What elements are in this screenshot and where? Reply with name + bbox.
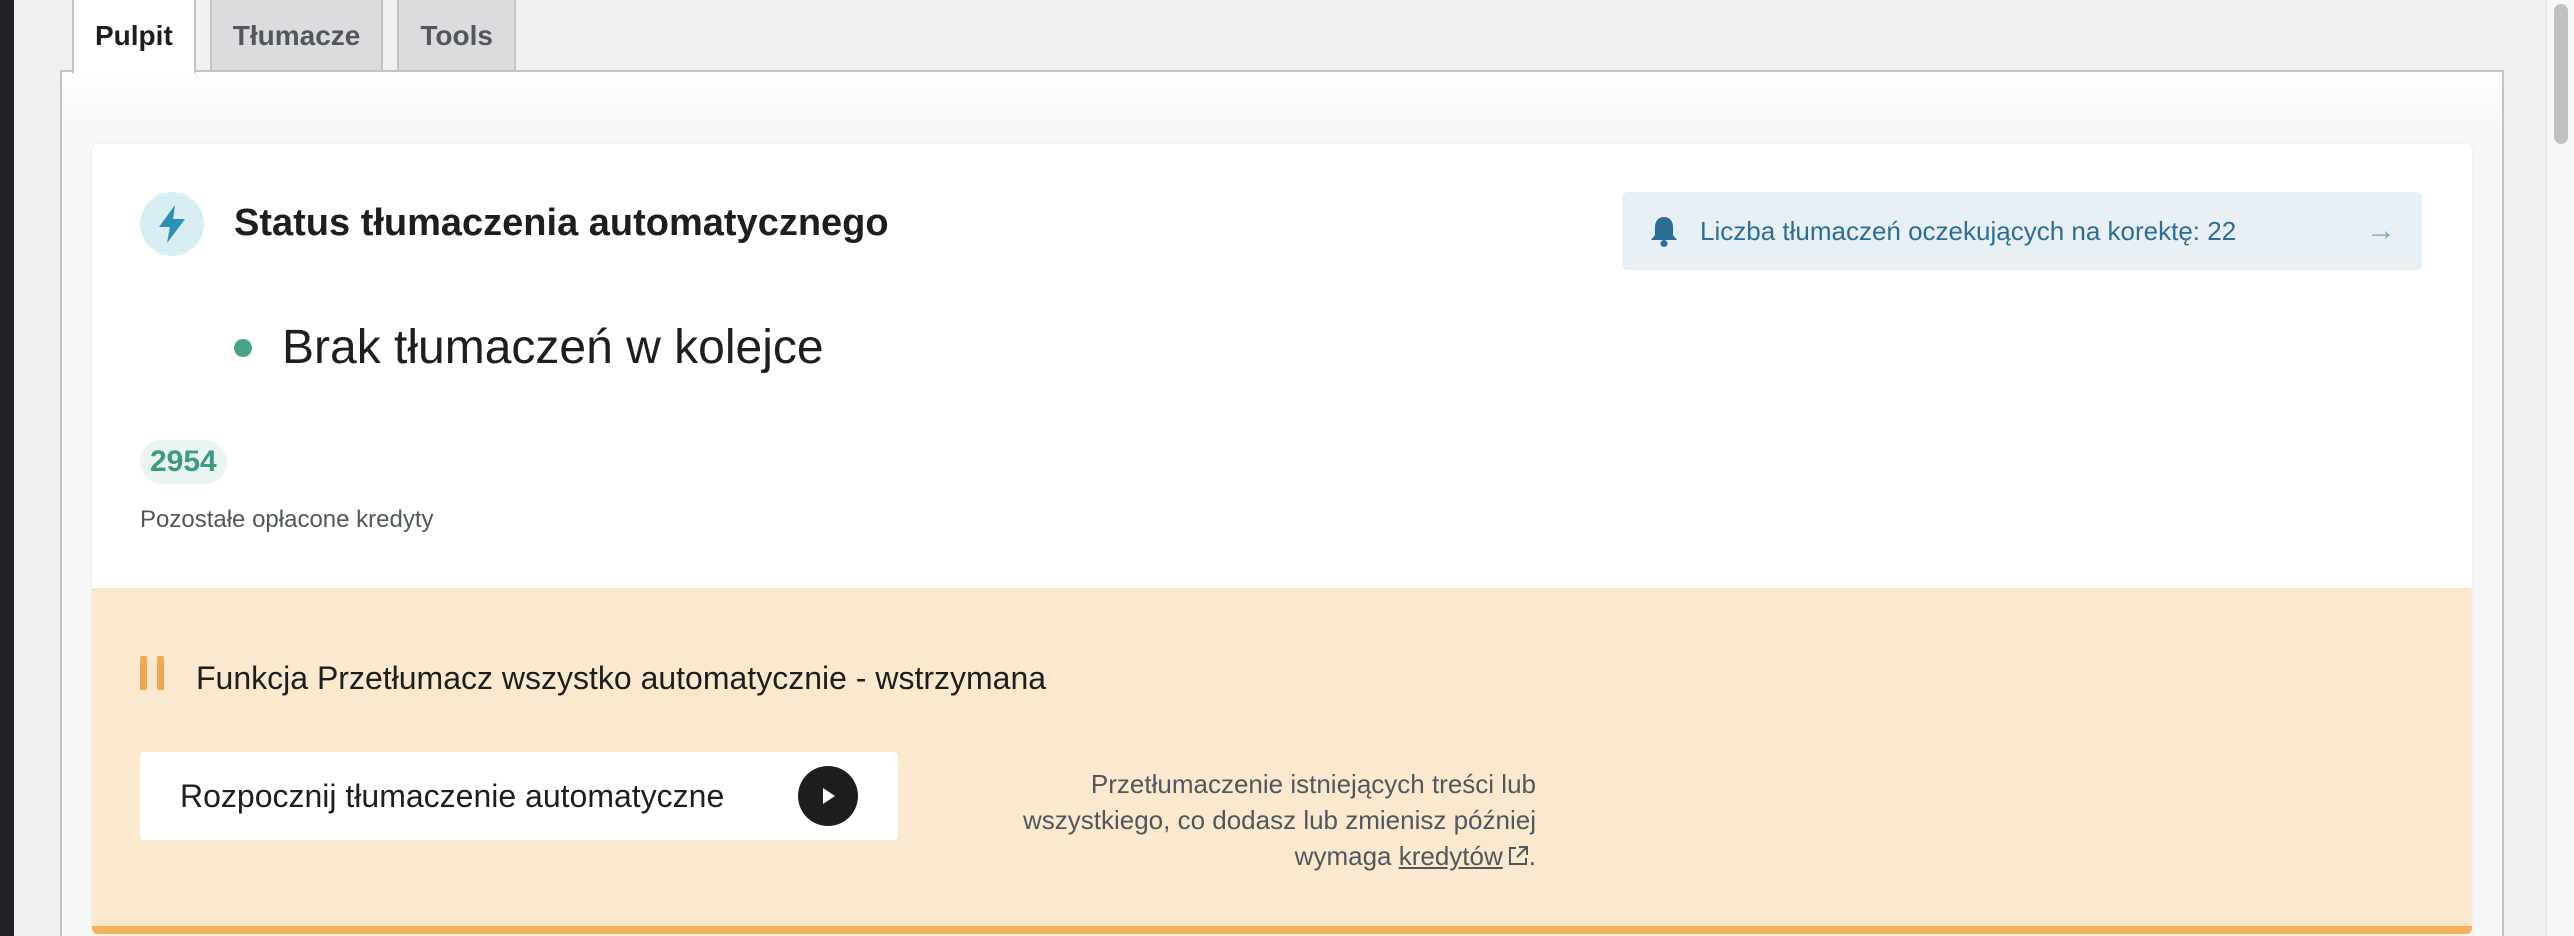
start-button-label: Rozpocznij tłumaczenie automatyczne	[180, 777, 725, 814]
credits-label: Pozostałe opłacone kredyty	[140, 506, 434, 533]
play-icon	[798, 766, 858, 826]
queue-status-text: Brak tłumaczeń w kolejce	[282, 321, 824, 374]
status-title: Status tłumaczenia automatycznego	[234, 202, 889, 244]
tab-tools[interactable]: Tools	[397, 0, 516, 72]
paused-title: Funkcja Przetłumacz wszystko automatyczn…	[196, 660, 1047, 696]
queue-status: Brak tłumaczeń w kolejce	[234, 320, 824, 375]
bell-icon	[1648, 214, 1680, 248]
tab-tlumacze[interactable]: Tłumacze	[209, 0, 384, 72]
tab-pulpit[interactable]: Pulpit	[72, 0, 196, 74]
description-prefix: wymaga	[1294, 841, 1399, 871]
arrow-right-icon: →	[2366, 214, 2396, 247]
description-suffix: .	[1528, 841, 1536, 871]
credits-link[interactable]: kredytów	[1399, 841, 1503, 871]
pending-review-text: Liczba tłumaczeń oczekujących na korektę…	[1700, 215, 2237, 246]
pause-icon	[140, 656, 168, 690]
external-link-icon	[1507, 840, 1529, 876]
start-auto-translation-button[interactable]: Rozpocznij tłumaczenie automatyczne	[140, 752, 898, 840]
description-line1: Przetłumaczenie istniejących treści lub	[1090, 769, 1536, 799]
tab-bar: Pulpit Tłumacze Tools	[72, 0, 516, 74]
paused-section: Funkcja Przetłumacz wszystko automatyczn…	[92, 588, 2472, 934]
pending-review-notice[interactable]: Liczba tłumaczeń oczekujących na korektę…	[1622, 192, 2422, 270]
page-scrollbar[interactable]	[2546, 0, 2574, 936]
description-line2: wszystkiego, co dodasz lub zmienisz późn…	[1022, 805, 1536, 835]
credits-badge: 2954	[140, 440, 227, 484]
scrollbar-thumb[interactable]	[2554, 4, 2568, 144]
status-card: Status tłumaczenia automatycznego Liczba…	[92, 144, 2472, 934]
status-dot-icon	[234, 338, 252, 357]
credits-description: Przetłumaczenie istniejących treści lub …	[912, 766, 1536, 876]
admin-sidebar-edge	[0, 0, 14, 936]
lightning-icon	[140, 192, 204, 256]
